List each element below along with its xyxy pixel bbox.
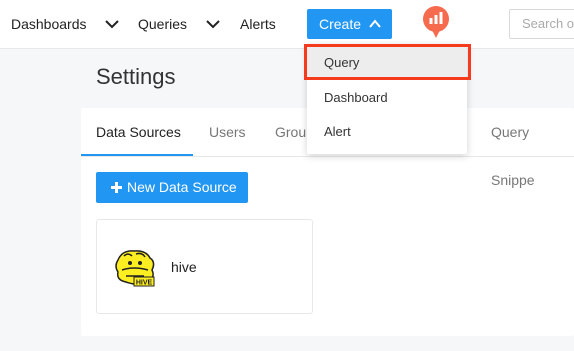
top-navbar: Dashboards Queries Alerts Create Search …	[0, 0, 574, 49]
dashboards-chevron-down-icon[interactable]	[104, 17, 120, 31]
redash-logo-icon[interactable]	[421, 5, 451, 39]
menu-item-dashboard[interactable]: Dashboard	[307, 81, 467, 115]
nav-queries[interactable]: Queries	[138, 0, 187, 48]
tab-data-sources[interactable]: Data Sources	[96, 108, 181, 156]
nav-dashboards[interactable]: Dashboards	[11, 0, 87, 48]
plus-icon	[111, 182, 122, 193]
query-highlight-box	[304, 44, 471, 80]
search-input[interactable]: Search o	[509, 9, 574, 39]
hive-logo-icon: HIVE	[115, 250, 155, 287]
page-title: Settings	[96, 64, 176, 89]
data-source-name: hive	[171, 259, 197, 275]
data-source-card-hive[interactable]: HIVE hive	[96, 219, 313, 314]
new-data-source-button[interactable]: New Data Source	[96, 172, 248, 203]
active-tab-indicator	[81, 154, 193, 156]
tab-query-snippets[interactable]: Query Snippe	[491, 108, 574, 188]
nav-alerts[interactable]: Alerts	[240, 0, 276, 48]
queries-chevron-down-icon[interactable]	[205, 17, 221, 31]
svg-text:HIVE: HIVE	[136, 280, 153, 287]
create-button-label: Create	[319, 16, 362, 32]
chevron-up-icon	[369, 19, 381, 28]
search-placeholder: Search o	[522, 16, 574, 31]
menu-item-alert[interactable]: Alert	[307, 115, 467, 149]
tab-users[interactable]: Users	[209, 108, 246, 156]
new-data-source-label: New Data Source	[127, 179, 237, 195]
create-button[interactable]: Create	[307, 9, 392, 39]
